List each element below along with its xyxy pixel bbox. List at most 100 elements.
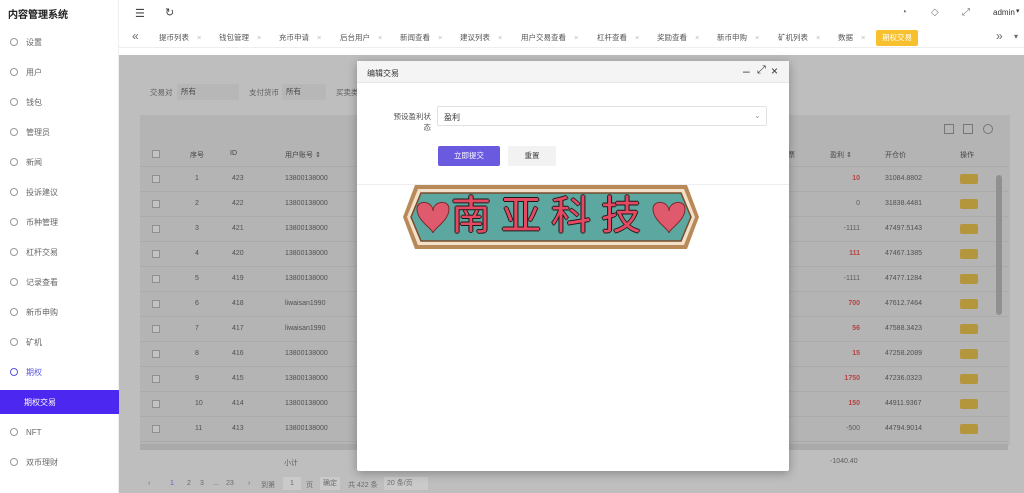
menu-toggle-icon[interactable]: ☰ — [135, 7, 145, 20]
tabs-bar: « 提币列表 × 钱包管理 × 充币申请 × 后台用户 × 新闻查看 × 建议列表 × 用户交易查看 × 杠… — [119, 26, 1024, 48]
maximize-icon[interactable]: ⤢ — [757, 64, 766, 77]
sidebar-item-label: 钱包 — [26, 97, 42, 107]
tab-close-icon[interactable]: × — [438, 33, 442, 42]
preset-profit-select[interactable]: 盈利 ⌄ — [437, 106, 767, 126]
sidebar-item-label: 杠杆交易 — [26, 247, 58, 257]
minimize-icon[interactable]: – — [743, 64, 750, 78]
sidebar-item[interactable]: 设置 — [0, 30, 119, 54]
tab-close-icon[interactable]: × — [378, 33, 382, 42]
sidebar-item[interactable]: 期权 — [0, 360, 119, 384]
sidebar-item[interactable]: 矿机 — [0, 330, 119, 354]
menu-icon — [10, 218, 18, 226]
menu-icon — [10, 428, 18, 436]
tab-label: 新闻查看 — [400, 33, 430, 42]
palette-icon[interactable]: ◔ — [901, 7, 907, 18]
sidebar-item[interactable]: 期权交易 — [0, 390, 119, 414]
tab[interactable]: 钱包管理 × — [219, 30, 261, 46]
tab-close-icon[interactable]: × — [317, 33, 321, 42]
user-menu[interactable]: admin — [993, 8, 1015, 17]
menu-icon — [10, 98, 18, 106]
sidebar-item[interactable]: 投诉建议 — [0, 180, 119, 204]
tab-close-icon[interactable]: × — [257, 33, 261, 42]
menu-icon — [10, 458, 18, 466]
app-title: 内容管理系统 — [8, 10, 68, 21]
tab[interactable]: 充币申请 × — [279, 30, 321, 46]
banner-text: 南亚科技 — [451, 193, 651, 239]
submit-button[interactable]: 立即提交 — [438, 146, 500, 166]
sidebar-item[interactable]: 新闻 — [0, 150, 119, 174]
menu-icon — [10, 188, 18, 196]
menu-icon — [10, 248, 18, 256]
tab-label: 用户交易查看 — [521, 33, 566, 42]
tab-label: 矿机列表 — [778, 33, 808, 42]
sidebar-item[interactable]: NFT — [0, 420, 119, 444]
sidebar-item[interactable]: 用户 — [0, 60, 119, 84]
tab-close-icon[interactable]: × — [197, 33, 201, 42]
fullscreen-icon[interactable]: ⤢ — [962, 7, 970, 18]
sidebar-item-label: 新币申购 — [26, 307, 58, 317]
tab[interactable]: 数据 × — [838, 30, 865, 46]
sidebar-item[interactable]: 记录查看 — [0, 270, 119, 294]
tab-label: 提币列表 — [159, 33, 189, 42]
menu-icon — [10, 338, 18, 346]
preset-profit-value: 盈利 — [444, 113, 460, 122]
sidebar-item-label: 矿机 — [26, 337, 42, 347]
modal-title: 编辑交易 — [367, 69, 399, 78]
tag-icon[interactable]: ◇ — [931, 7, 939, 18]
tab-close-icon[interactable]: × — [816, 33, 820, 42]
sidebar-item[interactable]: 杠杆交易 — [0, 240, 119, 264]
sidebar-item[interactable]: 双币理财 — [0, 450, 119, 474]
sidebar-item[interactable]: 管理员 — [0, 120, 119, 144]
tab[interactable]: 后台用户 × — [340, 30, 382, 46]
tab[interactable]: 矿机列表 × — [778, 30, 820, 46]
tab[interactable]: 杠杆查看 × — [597, 30, 639, 46]
tab-label: 新币申购 — [717, 33, 747, 42]
tab-close-icon[interactable]: × — [695, 33, 699, 42]
chevron-down-icon: ▾ — [1016, 8, 1020, 15]
sidebar-item-label: 币种管理 — [26, 217, 58, 227]
tab[interactable]: 新币申购 × — [717, 30, 759, 46]
tab-label: 期权交易 — [882, 33, 912, 42]
tab[interactable]: 建议列表 × — [460, 30, 502, 46]
tab[interactable]: 用户交易查看 × — [521, 30, 578, 46]
sidebar-item-label: 记录查看 — [26, 277, 58, 287]
reset-button[interactable]: 重置 — [508, 146, 556, 166]
sidebar: 内容管理系统 设置用户钱包管理员新闻投诉建议币种管理杠杆交易记录查看新币申购矿机… — [0, 0, 119, 493]
tab-close-icon[interactable]: × — [635, 33, 639, 42]
tab-close-icon[interactable]: × — [574, 33, 578, 42]
sidebar-item[interactable]: 钱包 — [0, 90, 119, 114]
modal-header: 编辑交易 – ⤢ × — [357, 61, 789, 83]
close-icon[interactable]: × — [771, 64, 778, 78]
sidebar-item-label: 管理员 — [26, 127, 50, 137]
sidebar-item-label: 期权交易 — [24, 397, 56, 407]
menu-icon — [10, 278, 18, 286]
refresh-icon[interactable]: ↻ — [165, 6, 174, 19]
sidebar-item[interactable]: 币种管理 — [0, 210, 119, 234]
sidebar-item-label: 设置 — [26, 37, 42, 47]
tab-close-icon[interactable]: × — [755, 33, 759, 42]
tab[interactable]: 期权交易 — [876, 30, 918, 46]
edit-trade-modal: 编辑交易 – ⤢ × 预设盈利状态 盈利 ⌄ 立即提交 重置 南亚科技 — [357, 61, 789, 471]
tabs-menu-icon[interactable]: ▾ — [1014, 32, 1018, 41]
tab-label: 建议列表 — [460, 33, 490, 42]
sidebar-item-label: 用户 — [26, 67, 42, 77]
tab-close-icon[interactable]: × — [498, 33, 502, 42]
menu-icon — [10, 68, 18, 76]
tab[interactable]: 奖励查看 × — [657, 30, 699, 46]
tabs-next-icon[interactable]: » — [996, 29, 1003, 43]
preset-profit-label: 预设盈利状态 — [393, 112, 432, 132]
menu-icon — [10, 308, 18, 316]
tab-label: 数据 — [838, 33, 853, 42]
tab[interactable]: 提币列表 × — [159, 30, 201, 46]
menu-icon — [10, 128, 18, 136]
brand-banner: 南亚科技 — [393, 179, 709, 255]
tab[interactable]: 新闻查看 × — [400, 30, 442, 46]
tab-label: 钱包管理 — [219, 33, 249, 42]
tab-close-icon[interactable]: × — [861, 33, 865, 42]
tab-label: 奖励查看 — [657, 33, 687, 42]
tab-label: 充币申请 — [279, 33, 309, 42]
menu-icon — [10, 158, 18, 166]
sidebar-item[interactable]: 新币申购 — [0, 300, 119, 324]
tabs-prev-icon[interactable]: « — [132, 29, 139, 43]
top-bar: ☰ ↻ ◔ ◇ ⤢ admin ▾ — [119, 0, 1024, 26]
